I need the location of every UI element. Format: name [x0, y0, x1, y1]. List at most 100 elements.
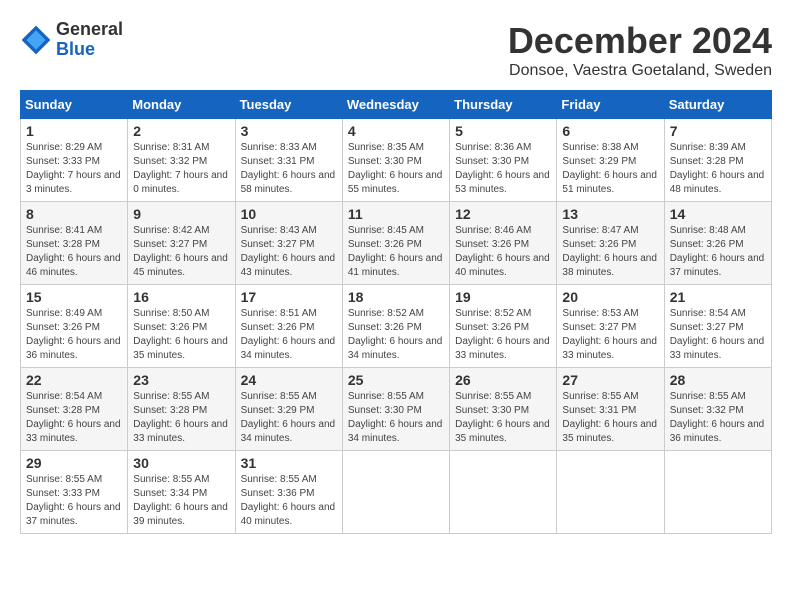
- day-cell-25: 25 Sunrise: 8:55 AMSunset: 3:30 PMDayligh…: [342, 368, 449, 451]
- day-number: 18: [348, 289, 444, 305]
- day-info: Sunrise: 8:55 AMSunset: 3:32 PMDaylight:…: [670, 390, 766, 446]
- empty-cell: [450, 451, 557, 534]
- logo-icon: [20, 24, 52, 56]
- day-info: Sunrise: 8:55 AMSunset: 3:30 PMDaylight:…: [455, 390, 551, 446]
- day-number: 8: [26, 206, 122, 222]
- day-number: 19: [455, 289, 551, 305]
- day-number: 30: [133, 455, 229, 471]
- day-info: Sunrise: 8:55 AMSunset: 3:34 PMDaylight:…: [133, 473, 229, 529]
- day-number: 1: [26, 123, 122, 139]
- day-cell-11: 11 Sunrise: 8:45 AMSunset: 3:26 PMDayligh…: [342, 202, 449, 285]
- day-cell-2: 2 Sunrise: 8:31 AMSunset: 3:32 PMDaylight…: [128, 119, 235, 202]
- day-info: Sunrise: 8:55 AMSunset: 3:30 PMDaylight:…: [348, 390, 444, 446]
- day-number: 15: [26, 289, 122, 305]
- day-number: 17: [241, 289, 337, 305]
- day-number: 3: [241, 123, 337, 139]
- day-cell-28: 28 Sunrise: 8:55 AMSunset: 3:32 PMDayligh…: [664, 368, 771, 451]
- header: General Blue December 2024 Donsoe, Vaest…: [20, 20, 772, 80]
- day-info: Sunrise: 8:43 AMSunset: 3:27 PMDaylight:…: [241, 224, 337, 280]
- day-number: 23: [133, 372, 229, 388]
- day-cell-17: 17 Sunrise: 8:51 AMSunset: 3:26 PMDayligh…: [235, 285, 342, 368]
- day-info: Sunrise: 8:42 AMSunset: 3:27 PMDaylight:…: [133, 224, 229, 280]
- day-number: 7: [670, 123, 766, 139]
- day-number: 4: [348, 123, 444, 139]
- day-info: Sunrise: 8:47 AMSunset: 3:26 PMDaylight:…: [562, 224, 658, 280]
- empty-cell: [664, 451, 771, 534]
- day-number: 11: [348, 206, 444, 222]
- day-info: Sunrise: 8:45 AMSunset: 3:26 PMDaylight:…: [348, 224, 444, 280]
- empty-cell: [342, 451, 449, 534]
- day-number: 2: [133, 123, 229, 139]
- week-row-5: 29Sunrise: 8:55 AMSunset: 3:33 PMDayligh…: [21, 451, 772, 534]
- day-info: Sunrise: 8:52 AMSunset: 3:26 PMDaylight:…: [455, 307, 551, 363]
- day-cell-16: 16 Sunrise: 8:50 AMSunset: 3:26 PMDayligh…: [128, 285, 235, 368]
- day-info: Sunrise: 8:39 AMSunset: 3:28 PMDaylight:…: [670, 141, 766, 197]
- day-cell-31: 31Sunrise: 8:55 AMSunset: 3:36 PMDayligh…: [235, 451, 342, 534]
- day-number: 5: [455, 123, 551, 139]
- day-info: Sunrise: 8:36 AMSunset: 3:30 PMDaylight:…: [455, 141, 551, 197]
- day-cell-7: 7 Sunrise: 8:39 AMSunset: 3:28 PMDaylight…: [664, 119, 771, 202]
- day-info: Sunrise: 8:54 AMSunset: 3:28 PMDaylight:…: [26, 390, 122, 446]
- day-info: Sunrise: 8:52 AMSunset: 3:26 PMDaylight:…: [348, 307, 444, 363]
- day-cell-18: 18 Sunrise: 8:52 AMSunset: 3:26 PMDayligh…: [342, 285, 449, 368]
- day-number: 14: [670, 206, 766, 222]
- calendar-table: SundayMondayTuesdayWednesdayThursdayFrid…: [20, 90, 772, 534]
- day-cell-4: 4 Sunrise: 8:35 AMSunset: 3:30 PMDaylight…: [342, 119, 449, 202]
- day-info: Sunrise: 8:53 AMSunset: 3:27 PMDaylight:…: [562, 307, 658, 363]
- day-number: 22: [26, 372, 122, 388]
- day-cell-1: 1 Sunrise: 8:29 AMSunset: 3:33 PMDaylight…: [21, 119, 128, 202]
- day-cell-19: 19 Sunrise: 8:52 AMSunset: 3:26 PMDayligh…: [450, 285, 557, 368]
- day-number: 21: [670, 289, 766, 305]
- day-number: 16: [133, 289, 229, 305]
- day-info: Sunrise: 8:51 AMSunset: 3:26 PMDaylight:…: [241, 307, 337, 363]
- header-day-friday: Friday: [557, 91, 664, 119]
- week-row-2: 8 Sunrise: 8:41 AMSunset: 3:28 PMDaylight…: [21, 202, 772, 285]
- day-cell-6: 6Sunrise: 8:38 AMSunset: 3:29 PMDaylight…: [557, 119, 664, 202]
- day-cell-5: 5 Sunrise: 8:36 AMSunset: 3:30 PMDaylight…: [450, 119, 557, 202]
- day-cell-26: 26 Sunrise: 8:55 AMSunset: 3:30 PMDayligh…: [450, 368, 557, 451]
- day-cell-13: 13 Sunrise: 8:47 AMSunset: 3:26 PMDayligh…: [557, 202, 664, 285]
- logo: General Blue: [20, 20, 123, 60]
- day-number: 13: [562, 206, 658, 222]
- day-cell-3: 3Sunrise: 8:33 AMSunset: 3:31 PMDaylight…: [235, 119, 342, 202]
- day-number: 24: [241, 372, 337, 388]
- day-info: Sunrise: 8:35 AMSunset: 3:30 PMDaylight:…: [348, 141, 444, 197]
- day-cell-24: 24 Sunrise: 8:55 AMSunset: 3:29 PMDayligh…: [235, 368, 342, 451]
- day-number: 25: [348, 372, 444, 388]
- day-cell-14: 14 Sunrise: 8:48 AMSunset: 3:26 PMDayligh…: [664, 202, 771, 285]
- day-info: Sunrise: 8:55 AMSunset: 3:31 PMDaylight:…: [562, 390, 658, 446]
- day-cell-29: 29Sunrise: 8:55 AMSunset: 3:33 PMDayligh…: [21, 451, 128, 534]
- header-day-thursday: Thursday: [450, 91, 557, 119]
- day-number: 26: [455, 372, 551, 388]
- header-day-tuesday: Tuesday: [235, 91, 342, 119]
- day-cell-20: 20Sunrise: 8:53 AMSunset: 3:27 PMDayligh…: [557, 285, 664, 368]
- day-info: Sunrise: 8:49 AMSunset: 3:26 PMDaylight:…: [26, 307, 122, 363]
- day-info: Sunrise: 8:55 AMSunset: 3:29 PMDaylight:…: [241, 390, 337, 446]
- header-day-monday: Monday: [128, 91, 235, 119]
- day-number: 9: [133, 206, 229, 222]
- header-day-wednesday: Wednesday: [342, 91, 449, 119]
- logo-text: General Blue: [56, 20, 123, 60]
- day-cell-22: 22 Sunrise: 8:54 AMSunset: 3:28 PMDayligh…: [21, 368, 128, 451]
- week-row-1: 1 Sunrise: 8:29 AMSunset: 3:33 PMDaylight…: [21, 119, 772, 202]
- day-info: Sunrise: 8:50 AMSunset: 3:26 PMDaylight:…: [133, 307, 229, 363]
- day-cell-15: 15 Sunrise: 8:49 AMSunset: 3:26 PMDayligh…: [21, 285, 128, 368]
- day-number: 28: [670, 372, 766, 388]
- empty-cell: [557, 451, 664, 534]
- day-number: 27: [562, 372, 658, 388]
- day-info: Sunrise: 8:46 AMSunset: 3:26 PMDaylight:…: [455, 224, 551, 280]
- day-info: Sunrise: 8:29 AMSunset: 3:33 PMDaylight:…: [26, 141, 122, 197]
- day-info: Sunrise: 8:48 AMSunset: 3:26 PMDaylight:…: [670, 224, 766, 280]
- day-number: 6: [562, 123, 658, 139]
- week-row-4: 22 Sunrise: 8:54 AMSunset: 3:28 PMDayligh…: [21, 368, 772, 451]
- day-cell-9: 9 Sunrise: 8:42 AMSunset: 3:27 PMDaylight…: [128, 202, 235, 285]
- day-info: Sunrise: 8:55 AMSunset: 3:28 PMDaylight:…: [133, 390, 229, 446]
- day-cell-12: 12Sunrise: 8:46 AMSunset: 3:26 PMDayligh…: [450, 202, 557, 285]
- day-number: 10: [241, 206, 337, 222]
- day-number: 29: [26, 455, 122, 471]
- day-info: Sunrise: 8:31 AMSunset: 3:32 PMDaylight:…: [133, 141, 229, 197]
- header-row: SundayMondayTuesdayWednesdayThursdayFrid…: [21, 91, 772, 119]
- day-info: Sunrise: 8:41 AMSunset: 3:28 PMDaylight:…: [26, 224, 122, 280]
- day-info: Sunrise: 8:55 AMSunset: 3:36 PMDaylight:…: [241, 473, 337, 529]
- month-title: December 2024: [508, 20, 772, 62]
